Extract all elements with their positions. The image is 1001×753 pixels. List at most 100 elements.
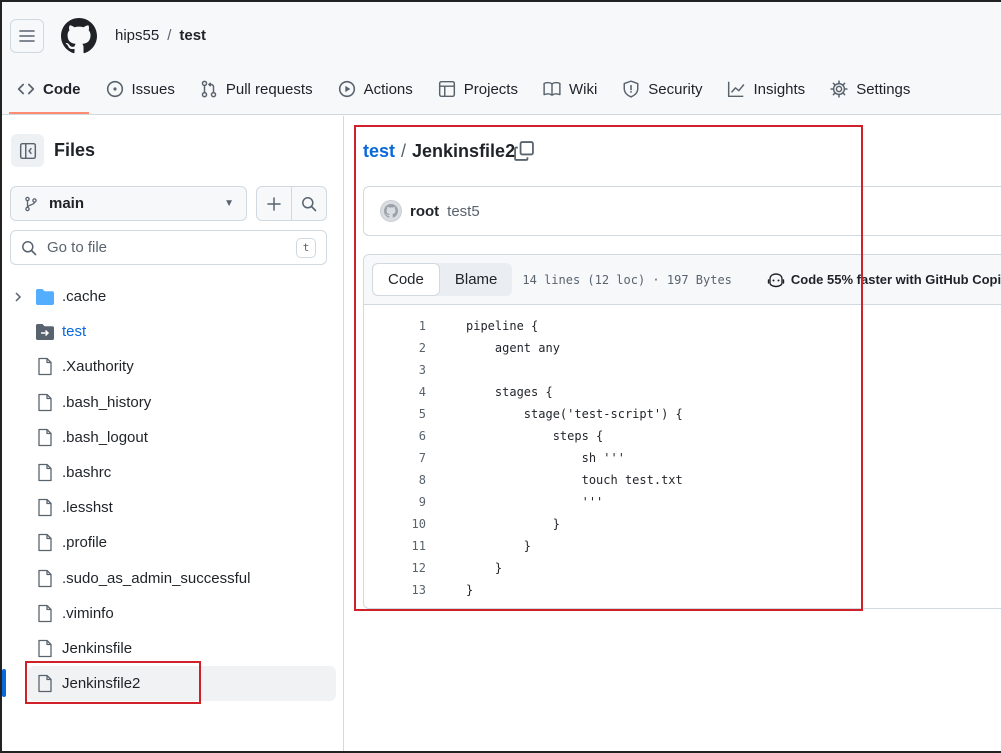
latest-commit-bar: root test5	[363, 186, 1001, 236]
table-icon	[438, 80, 455, 98]
code-line: 1 pipeline {	[364, 315, 1001, 337]
line-number[interactable]: 1	[364, 319, 426, 333]
line-number[interactable]: 6	[364, 429, 426, 443]
repo-header: hips55 / test Code Issues Pull requests …	[0, 0, 1001, 115]
tree-item-label: .bashrc	[62, 464, 112, 482]
tab-pull-requests[interactable]: Pull requests	[192, 70, 321, 108]
line-number[interactable]: 11	[364, 539, 426, 553]
code-line: 2 agent any	[364, 337, 1001, 359]
tree-item-file[interactable]: .bashrc	[0, 455, 344, 490]
tree-item-file[interactable]: .sudo_as_admin_successful	[0, 561, 344, 596]
commit-message[interactable]: test5	[447, 203, 480, 220]
code-line: 3	[364, 359, 1001, 381]
github-logo-icon[interactable]	[61, 18, 97, 54]
code-line: 6 steps {	[364, 425, 1001, 447]
line-number[interactable]: 10	[364, 517, 426, 531]
tab-label: Pull requests	[225, 80, 313, 98]
tree-item-file[interactable]: .Xauthority	[0, 349, 344, 384]
line-number[interactable]: 13	[364, 583, 426, 597]
repo-root-link[interactable]: test	[363, 141, 395, 162]
tree-item-selected-file[interactable]: Jenkinsfile2	[28, 666, 336, 702]
go-to-file-field[interactable]: t	[10, 230, 327, 265]
file-view: test / Jenkinsfile2 root test5 Code Blam…	[345, 116, 1001, 753]
line-content: }	[466, 561, 503, 575]
code-line: 5 stage('test-script') {	[364, 403, 1001, 425]
menu-button[interactable]	[10, 19, 44, 53]
tree-item-file[interactable]: Jenkinsfile	[0, 631, 344, 666]
owner-link[interactable]: hips55	[115, 27, 159, 44]
tree-item-file[interactable]: .bash_history	[0, 385, 344, 420]
repo-link[interactable]: test	[179, 27, 206, 44]
tree-item-label: Jenkinsfile	[62, 639, 133, 657]
branch-selector[interactable]: main ▼	[10, 186, 247, 221]
tree-item-file[interactable]: .bash_logout	[0, 420, 344, 455]
branch-icon	[25, 196, 37, 211]
tree-item-cache-folder[interactable]: .cache	[0, 279, 344, 314]
line-number[interactable]: 5	[364, 407, 426, 421]
selected-indicator	[2, 669, 6, 697]
commit-author[interactable]: root	[410, 203, 439, 220]
tab-label: Code	[43, 80, 81, 98]
issue-icon	[106, 80, 123, 98]
tab-issues[interactable]: Issues	[98, 70, 183, 108]
code-viewer: Code Blame 14 lines (12 loc) · 197 Bytes…	[363, 254, 1001, 609]
file-icon	[35, 357, 55, 377]
code-line: 13}	[364, 579, 1001, 601]
line-number[interactable]: 12	[364, 561, 426, 575]
sidebar-collapse-icon	[19, 142, 36, 159]
tab-projects[interactable]: Projects	[430, 70, 526, 108]
tab-code[interactable]: Code	[9, 70, 89, 114]
tab-wiki[interactable]: Wiki	[535, 70, 605, 108]
code-line: 11 }	[364, 535, 1001, 557]
avatar[interactable]	[380, 200, 402, 222]
tree-item-test-submodule[interactable]: test	[0, 314, 344, 349]
tree-item-file[interactable]: .profile	[0, 525, 344, 560]
code-lines: 1 pipeline { 2 agent any 3 4 stages { 5 s…	[364, 305, 1001, 601]
chevron-down-icon: ▼	[224, 198, 234, 209]
view-mode-toggle: Code Blame	[372, 263, 513, 296]
path-separator: /	[401, 141, 407, 161]
blame-view-button[interactable]: Blame	[440, 263, 513, 296]
code-line: 8 touch test.txt	[364, 469, 1001, 491]
branch-name: main	[49, 195, 85, 212]
tab-label: Issues	[131, 80, 175, 98]
tab-label: Settings	[856, 80, 911, 98]
copilot-promo-link[interactable]: Code 55% faster with GitHub Copilot	[767, 272, 1001, 288]
files-heading: Files	[54, 140, 96, 160]
line-number[interactable]: 8	[364, 473, 426, 487]
repo-nav-tabs: Code Issues Pull requests Actions Projec…	[0, 70, 918, 114]
line-number[interactable]: 2	[364, 341, 426, 355]
gear-icon	[830, 80, 848, 98]
code-line: 9 '''	[364, 491, 1001, 513]
tree-item-file[interactable]: .lesshst	[0, 490, 344, 525]
line-number[interactable]: 4	[364, 385, 426, 399]
tab-security[interactable]: Security	[614, 70, 710, 108]
tab-insights[interactable]: Insights	[719, 70, 813, 108]
search-files-button[interactable]	[291, 187, 326, 220]
tree-item-label: .lesshst	[62, 499, 113, 517]
go-to-file-input[interactable]	[47, 239, 277, 256]
tree-item-file[interactable]: .viminfo	[0, 596, 344, 631]
add-file-button[interactable]	[257, 187, 291, 220]
chevron-right-icon[interactable]	[12, 291, 24, 303]
tab-label: Wiki	[568, 80, 598, 98]
collapse-sidebar-button[interactable]	[11, 134, 44, 167]
copy-path-icon[interactable]	[513, 140, 535, 162]
submodule-folder-icon	[35, 322, 55, 342]
line-number[interactable]: 7	[364, 451, 426, 465]
line-number[interactable]: 3	[364, 363, 426, 377]
line-number[interactable]: 9	[364, 495, 426, 509]
code-view-button[interactable]: Code	[372, 263, 440, 296]
tree-item-label: .viminfo	[62, 604, 114, 622]
tab-actions[interactable]: Actions	[330, 70, 421, 108]
tree-item-label: test	[62, 323, 87, 341]
book-icon	[543, 81, 561, 96]
tree-item-label: .sudo_as_admin_successful	[62, 569, 251, 587]
tab-settings[interactable]: Settings	[822, 70, 918, 108]
line-content: stage('test-script') {	[466, 407, 683, 421]
file-stats: 14 lines (12 loc) · 197 Bytes	[522, 272, 732, 287]
line-content: touch test.txt	[466, 473, 683, 487]
line-content: }	[466, 583, 474, 597]
code-line: 12 }	[364, 557, 1001, 579]
code-icon	[17, 83, 35, 95]
